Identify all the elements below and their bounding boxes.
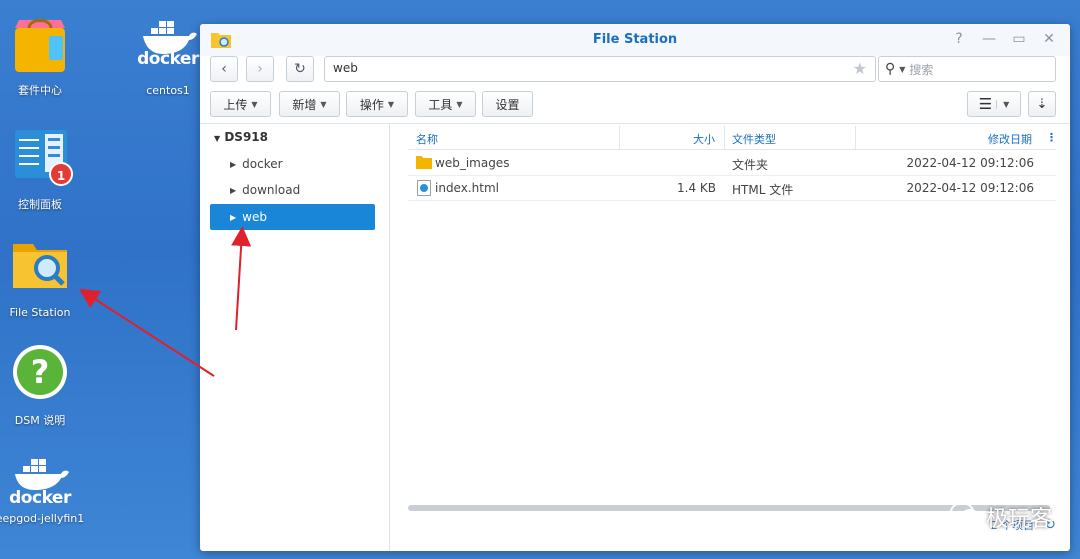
- html-file-icon: [417, 180, 431, 199]
- title-bar[interactable]: File Station ? — ▭ ✕: [200, 24, 1070, 56]
- column-divider[interactable]: [724, 126, 725, 150]
- file-type: 文件夹: [732, 158, 769, 172]
- desktop-icon-label: 套件中心: [18, 84, 62, 97]
- expand-right-icon[interactable]: ▶: [230, 160, 236, 169]
- chevron-down-icon: ▼: [320, 99, 327, 109]
- tree-root-label: DS918: [224, 130, 268, 144]
- tree-item-label: docker: [242, 157, 283, 171]
- path-text: web: [333, 61, 358, 75]
- chevron-down-icon: ▼: [996, 99, 1009, 109]
- column-modified[interactable]: 修改日期: [988, 131, 1032, 147]
- chevron-right-icon: ›: [257, 61, 263, 77]
- window-title: File Station: [592, 32, 678, 47]
- list-view-button[interactable]: ☰ ▼: [967, 91, 1021, 117]
- file-row[interactable]: index.html 1.4 KB HTML 文件 2022-04-12 09:…: [408, 176, 1056, 201]
- settings-button[interactable]: 设置: [482, 91, 533, 117]
- sort-button[interactable]: ⇣: [1028, 91, 1056, 117]
- docker-logo-text: docker: [9, 488, 71, 508]
- help-question-icon: ?: [9, 344, 71, 406]
- wechat-icon: [949, 501, 980, 533]
- svg-text:?: ?: [31, 353, 50, 391]
- file-size: 1.4 KB: [677, 181, 716, 195]
- chevron-down-icon: ▼: [899, 64, 906, 74]
- folder-search-icon: [9, 238, 71, 300]
- star-icon[interactable]: ★: [853, 59, 867, 78]
- action-label: 操作: [359, 97, 384, 112]
- desktop-icon-label: File Station: [9, 306, 71, 319]
- search-input[interactable]: ⚲ ▼ 搜索: [878, 56, 1056, 82]
- search-icon: ⚲: [885, 61, 896, 77]
- chevron-down-icon: ▼: [387, 99, 395, 109]
- expand-down-icon[interactable]: ▼: [214, 134, 220, 143]
- column-divider[interactable]: [855, 126, 856, 150]
- file-name: index.html: [435, 181, 499, 195]
- desktop-icon-jellyfin[interactable]: docker eepgod-jellyfin1: [0, 456, 85, 525]
- desktop-icon-dsm-help[interactable]: ? DSM 说明: [0, 344, 85, 428]
- docker-logo-text: docker: [137, 49, 199, 69]
- sort-icon: ⇣: [1036, 96, 1048, 112]
- forward-button[interactable]: ›: [246, 56, 274, 82]
- column-name[interactable]: 名称: [416, 131, 438, 147]
- path-input[interactable]: web ★: [324, 56, 876, 82]
- annotation-arrow: [78, 288, 215, 377]
- folder-icon: [416, 155, 432, 172]
- file-name: web_images: [435, 156, 510, 170]
- column-header-row: 名称 大小 文件类型 修改日期 ⋮: [408, 126, 1057, 150]
- watermark: 极玩客: [949, 501, 1052, 533]
- tree-item-label: web: [242, 210, 267, 224]
- column-menu-icon[interactable]: ⋮: [1046, 131, 1057, 144]
- tree-item-download[interactable]: ▶ download: [210, 177, 375, 203]
- tree-root-ds918[interactable]: ▼ DS918: [214, 130, 268, 144]
- column-divider[interactable]: [619, 126, 620, 150]
- file-type: HTML 文件: [732, 183, 794, 197]
- desktop-icon-control-panel[interactable]: 1 控制面板: [0, 128, 85, 212]
- file-modified: 2022-04-12 09:12:06: [906, 181, 1034, 195]
- upload-label: 上传: [223, 97, 248, 112]
- tree-item-docker[interactable]: ▶ docker: [210, 151, 375, 177]
- folder-tree: ▼ DS918 ▶ docker ▶ download ▶ web: [200, 124, 390, 551]
- settings-label: 设置: [495, 97, 520, 112]
- chevron-down-icon: ▼: [456, 99, 463, 109]
- search-placeholder: 搜索: [909, 62, 934, 77]
- tree-item-label: download: [242, 183, 301, 197]
- desktop-icon-label: DSM 说明: [14, 414, 66, 427]
- column-type[interactable]: 文件类型: [732, 131, 776, 147]
- docker-icon: docker: [137, 16, 199, 69]
- expand-right-icon[interactable]: ▶: [230, 186, 236, 195]
- tools-button[interactable]: 工具 ▼: [415, 91, 476, 117]
- desktop-icon-label: 控制面板: [18, 198, 62, 211]
- chevron-down-icon: ▼: [251, 99, 258, 109]
- docker-icon: docker: [9, 456, 71, 508]
- tree-item-web[interactable]: ▶ web: [210, 204, 375, 230]
- shopping-bag-icon: [9, 14, 71, 76]
- create-label: 新增: [292, 97, 317, 112]
- tools-label: 工具: [428, 97, 453, 112]
- file-modified: 2022-04-12 09:12:06: [906, 156, 1034, 170]
- refresh-icon: ↻: [294, 61, 306, 77]
- file-station-window: File Station ? — ▭ ✕ ‹ › ↻ web ★ ⚲ ▼ 搜索 …: [200, 24, 1070, 551]
- action-button[interactable]: 操作 ▼: [346, 91, 408, 117]
- create-button[interactable]: 新增 ▼: [279, 91, 340, 117]
- minimize-icon[interactable]: —: [980, 30, 998, 48]
- chevron-left-icon: ‹: [221, 61, 227, 77]
- refresh-button[interactable]: ↻: [286, 56, 314, 82]
- back-button[interactable]: ‹: [210, 56, 238, 82]
- expand-right-icon[interactable]: ▶: [230, 213, 236, 222]
- column-size[interactable]: 大小: [693, 131, 715, 147]
- notification-badge: 1: [49, 162, 73, 186]
- list-view-icon: ☰: [978, 95, 993, 113]
- help-icon[interactable]: ?: [950, 30, 968, 48]
- upload-button[interactable]: 上传 ▼: [210, 91, 271, 117]
- desktop-icon-file-station[interactable]: File Station: [0, 238, 85, 319]
- close-icon[interactable]: ✕: [1040, 30, 1058, 48]
- desktop-icon-label: eepgod-jellyfin1: [0, 512, 85, 525]
- control-panel-icon: 1: [9, 128, 73, 190]
- watermark-text: 极玩客: [985, 507, 1052, 532]
- file-row[interactable]: web_images 文件夹 2022-04-12 09:12:06: [408, 151, 1056, 176]
- desktop-icon-package-center[interactable]: 套件中心: [0, 14, 85, 98]
- maximize-icon[interactable]: ▭: [1010, 30, 1028, 48]
- file-list: 名称 大小 文件类型 修改日期 ⋮ web_images 文件夹 2022-04…: [408, 124, 1057, 551]
